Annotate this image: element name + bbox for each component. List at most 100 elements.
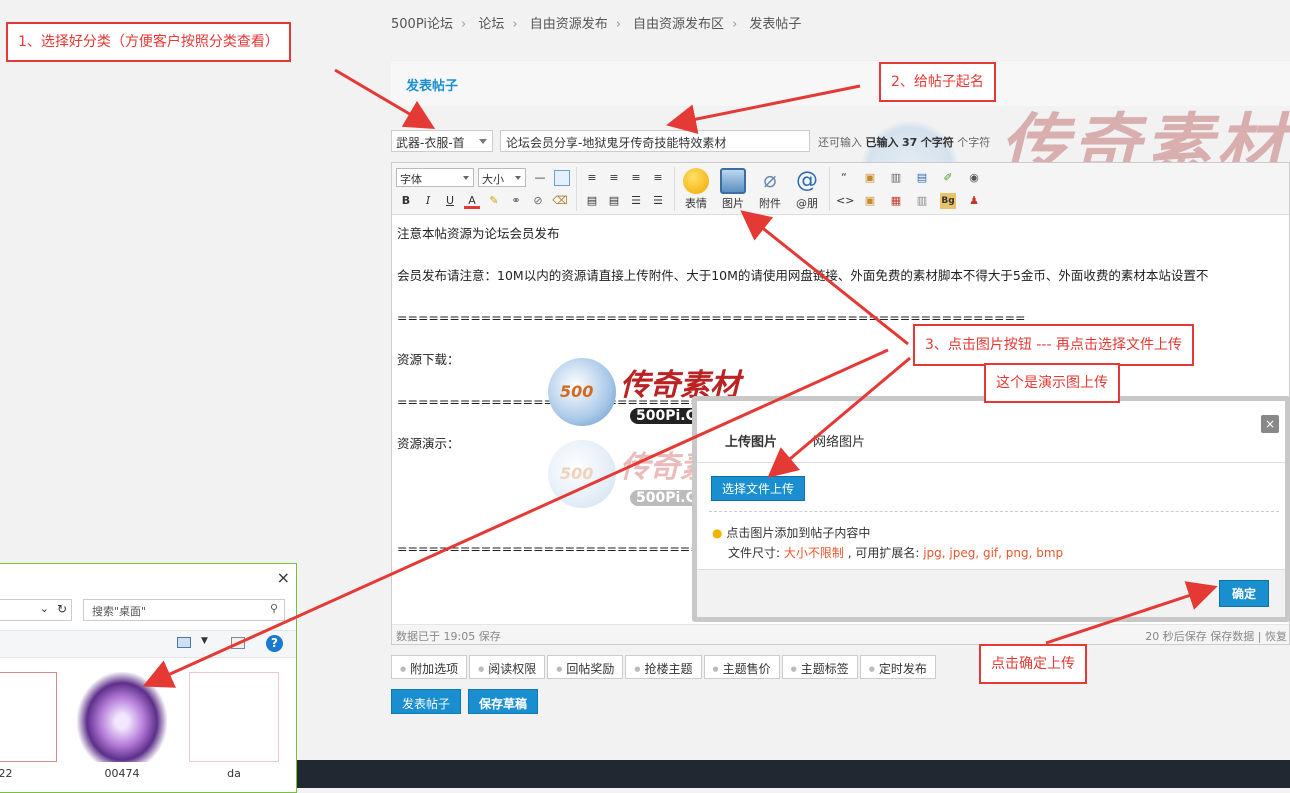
align-right-icon[interactable]: ≡ bbox=[628, 170, 644, 186]
option-reply-reward[interactable]: 回帖奖励 bbox=[547, 655, 624, 679]
mention-label: @朋 bbox=[796, 197, 818, 210]
refresh-icon[interactable]: ↻ bbox=[57, 602, 67, 616]
flash-icon[interactable]: ▤ bbox=[914, 170, 930, 186]
status-autosave[interactable]: 20 秒后保存 保存数据 | 恢复 bbox=[1145, 628, 1287, 644]
file-name-00474: 00474 bbox=[104, 767, 140, 780]
breadcrumb: 500Pi论坛 › 论坛 › 自由资源发布 › 自由资源发布区 › 发表帖子 bbox=[391, 17, 802, 32]
tab-network-image[interactable]: 网络图片 bbox=[813, 431, 865, 450]
align-center-icon[interactable]: ≡ bbox=[606, 170, 622, 186]
choose-file-upload-button[interactable]: 选择文件上传 bbox=[711, 476, 806, 501]
dialog-info-ext-label: , 可用扩展名: bbox=[843, 546, 924, 560]
unlink-icon[interactable]: ⊘ bbox=[530, 193, 546, 209]
lightbulb-icon: ● bbox=[712, 526, 723, 540]
chevron-down-icon bbox=[463, 176, 469, 180]
clear-format-icon[interactable]: ⌫ bbox=[552, 193, 568, 209]
dialog-info-size: 大小不限制 bbox=[783, 546, 844, 560]
emoticon-label: 表情 bbox=[685, 197, 707, 210]
tab-upload-image[interactable]: 上传图片 bbox=[725, 431, 777, 450]
bg-icon[interactable]: Bg bbox=[940, 193, 956, 209]
chevron-down-icon[interactable]: ⌄ bbox=[40, 602, 49, 615]
confirm-button[interactable]: 确定 bbox=[1218, 580, 1269, 607]
align-justify-icon[interactable]: ≡ bbox=[650, 170, 666, 186]
float-right-icon[interactable]: ▤ bbox=[606, 193, 622, 209]
submit-post-button[interactable]: 发表帖子 bbox=[391, 689, 462, 714]
toolbar-separator bbox=[576, 167, 577, 211]
attach-label: 附件 bbox=[759, 197, 781, 210]
breadcrumb-free-resources-area[interactable]: 自由资源发布区 bbox=[633, 17, 724, 32]
size-select-label: 大小 bbox=[482, 173, 504, 186]
hide-icon[interactable]: ▣ bbox=[862, 193, 878, 209]
view-icon[interactable] bbox=[177, 637, 191, 648]
post-tab[interactable]: 发表帖子 bbox=[406, 75, 458, 94]
code-icon[interactable]: <> bbox=[836, 193, 854, 209]
watermark-logo-text: 500 bbox=[560, 464, 594, 483]
breadcrumb-free-resources[interactable]: 自由资源发布 bbox=[530, 17, 608, 32]
title-hint-prefix: 还可输入 bbox=[818, 136, 866, 149]
annotation-step-1: 1、选择好分类（方便客户按照分类查看） bbox=[6, 22, 291, 62]
mention-button[interactable]: @ @朋 bbox=[790, 168, 824, 211]
file-thumbnail-00474[interactable] bbox=[77, 672, 167, 762]
size-select[interactable]: 大小 bbox=[478, 168, 526, 187]
smiley-icon bbox=[683, 168, 709, 194]
option-tags[interactable]: 主题标签 bbox=[781, 655, 858, 679]
title-hint-count: 37 bbox=[902, 136, 918, 149]
bold-button[interactable]: B bbox=[398, 193, 414, 209]
help-icon[interactable]: ? bbox=[266, 635, 283, 652]
option-read-permission[interactable]: 阅读权限 bbox=[469, 655, 546, 679]
table-icon[interactable] bbox=[554, 170, 570, 186]
ordered-list-icon[interactable]: ☰ bbox=[628, 193, 644, 209]
option-extra[interactable]: 附加选项 bbox=[391, 655, 468, 679]
pane-icon[interactable] bbox=[231, 637, 245, 649]
title-input[interactable]: 论坛会员分享-地狱鬼牙传奇技能特效素材 bbox=[500, 130, 810, 152]
hr-icon[interactable]: — bbox=[532, 170, 548, 186]
dialog-info-ext: jpg, jpeg, gif, png, bmp bbox=[923, 546, 1064, 560]
search-placeholder: 搜索"桌面" bbox=[92, 605, 147, 618]
option-price[interactable]: 主题售价 bbox=[703, 655, 780, 679]
chevron-down-icon bbox=[515, 176, 521, 180]
toolbar-separator bbox=[829, 167, 830, 211]
image-label: 图片 bbox=[722, 197, 744, 210]
category-value: 武器-衣服-首 bbox=[396, 136, 465, 150]
float-left-icon[interactable]: ▤ bbox=[584, 193, 600, 209]
media-icon[interactable]: ▦ bbox=[888, 193, 904, 209]
font-color-button[interactable]: A bbox=[464, 193, 480, 209]
close-icon[interactable]: × bbox=[1261, 415, 1279, 433]
file-name-da: da bbox=[227, 767, 241, 780]
dialog-info-line-1: 点击图片添加到帖子内容中 bbox=[726, 526, 871, 540]
post-options-bar: 附加选项阅读权限回帖奖励抢楼主题主题售价主题标签定时发布 bbox=[391, 655, 938, 679]
chevron-down-icon[interactable]: ▼ bbox=[201, 636, 208, 646]
annotation-step-3: 3、点击图片按钮 --- 再点击选择文件上传 bbox=[913, 324, 1194, 366]
emoticon-button[interactable]: 表情 bbox=[679, 168, 713, 211]
breadcrumb-home[interactable]: 500Pi论坛 bbox=[391, 17, 453, 32]
file-thumbnail-222[interactable] bbox=[0, 672, 57, 762]
paperclip-icon: ⌀ bbox=[763, 168, 777, 193]
italic-button[interactable]: I bbox=[420, 193, 436, 209]
quote-icon[interactable]: “ bbox=[836, 170, 852, 186]
image-upload-dialog: 上传图片 网络图片 × 选择文件上传 ● 点击图片添加到帖子内容中 文件尺寸: … bbox=[692, 396, 1290, 622]
free-icon[interactable]: ▥ bbox=[888, 170, 904, 186]
save-draft-button[interactable]: 保存草稿 bbox=[468, 689, 539, 714]
search-input[interactable]: 搜索"桌面" ⚲ bbox=[83, 599, 285, 621]
toolbar-separator bbox=[674, 167, 675, 211]
lock-icon[interactable]: ▣ bbox=[862, 170, 878, 186]
align-left-icon[interactable]: ≡ bbox=[584, 170, 600, 186]
address-bar[interactable]: ⌄ ↻ bbox=[0, 599, 72, 621]
close-icon[interactable]: × bbox=[277, 568, 290, 587]
font-select[interactable]: 字体 bbox=[396, 168, 474, 187]
image-button[interactable]: 图片 bbox=[716, 168, 750, 211]
qq-icon[interactable]: ♟ bbox=[966, 193, 982, 209]
highlight-icon[interactable]: ✎ bbox=[486, 193, 502, 209]
underline-button[interactable]: U bbox=[442, 193, 458, 209]
file-thumbnail-da[interactable] bbox=[189, 672, 279, 762]
option-floor-race[interactable]: 抢楼主题 bbox=[625, 655, 702, 679]
pen-icon[interactable]: ✐ bbox=[940, 170, 956, 186]
option-schedule[interactable]: 定时发布 bbox=[859, 655, 936, 679]
unordered-list-icon[interactable]: ☰ bbox=[650, 193, 666, 209]
link-icon[interactable]: ⚭ bbox=[508, 193, 524, 209]
category-select[interactable]: 武器-衣服-首 bbox=[391, 130, 493, 152]
breadcrumb-forum[interactable]: 论坛 bbox=[478, 17, 504, 32]
title-input-value: 论坛会员分享-地狱鬼牙传奇技能特效素材 bbox=[506, 136, 727, 150]
page-icon[interactable]: ▥ bbox=[914, 193, 930, 209]
music-icon[interactable]: ◉ bbox=[966, 170, 982, 186]
attach-button[interactable]: ⌀ 附件 bbox=[753, 168, 787, 211]
